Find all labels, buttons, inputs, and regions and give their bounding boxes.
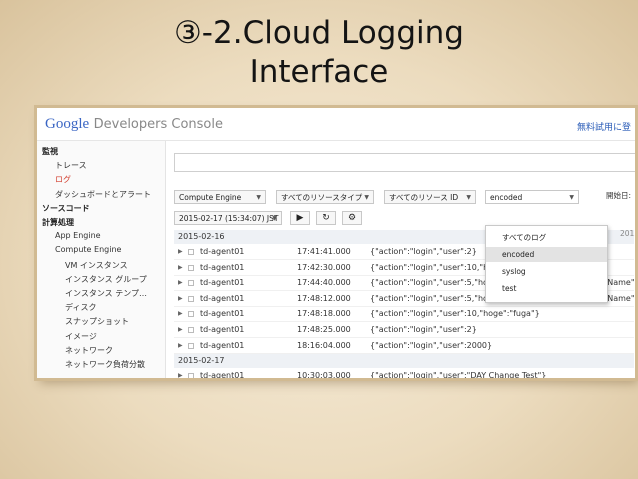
log-source: td-agent01 xyxy=(200,278,245,288)
settings-button[interactable]: ⚙ xyxy=(342,211,362,225)
sidebar-item[interactable]: Compute Engine xyxy=(55,245,121,254)
log-date-header: 2015-02-17 xyxy=(174,354,634,369)
log-name-label: encoded xyxy=(490,193,523,202)
expand-arrow-icon[interactable]: ▶ xyxy=(178,245,183,259)
resource-id-dropdown[interactable]: すべてのリソース ID ▼ xyxy=(384,190,476,204)
sidebar-nav: 監視トレースログダッシュボードとアラートソースコード 計算処理 App Engine… xyxy=(37,141,166,378)
expand-arrow-icon[interactable]: ▶ xyxy=(178,307,183,321)
log-source: td-agent01 xyxy=(200,309,245,319)
log-message: {"action":"login","user":2000} xyxy=(370,340,493,350)
gear-icon: ⚙ xyxy=(347,213,357,223)
sidebar-item[interactable]: インスタンス テンプ… xyxy=(65,288,147,299)
severity-icon xyxy=(188,264,194,271)
play-icon: ▶ xyxy=(296,213,304,223)
service-dropdown[interactable]: Compute Engine ▼ xyxy=(174,190,266,204)
expand-arrow-icon[interactable]: ▶ xyxy=(178,369,183,378)
log-menu-item[interactable]: syslog xyxy=(486,264,607,279)
log-row[interactable]: ▶ td-agent01 17:48:18.000 {"action":"login"… xyxy=(174,307,634,323)
log-row[interactable]: ▶ td-agent01 10:30:03.000 {"action":"login"… xyxy=(174,369,634,378)
datetime-label: 2015-02-17 (15:34:07) JST xyxy=(179,214,279,223)
log-name-dropdown[interactable]: encoded ▼ xyxy=(485,190,579,204)
refresh-button[interactable]: ↻ xyxy=(316,211,336,225)
severity-icon xyxy=(188,373,194,378)
sidebar-item[interactable]: ソースコード xyxy=(42,203,90,214)
log-time: 18:16:04.000 xyxy=(297,340,351,350)
chevron-down-icon: ▼ xyxy=(272,215,277,222)
sidebar-item[interactable]: ネットワーク負荷分散 xyxy=(65,359,145,370)
sidebar-item[interactable]: App Engine xyxy=(55,231,101,240)
log-name-menu: すべてのログ encoded syslog test xyxy=(485,225,608,303)
sidebar-item[interactable]: ダッシュボードとアラート xyxy=(55,189,151,200)
product-name: Developers Console xyxy=(93,117,223,132)
severity-icon xyxy=(188,249,194,255)
log-search-input[interactable] xyxy=(174,153,635,172)
log-message: {"action":"login","user":"DAY Change Tes… xyxy=(370,371,547,378)
sidebar-item[interactable]: 監視 xyxy=(42,146,58,157)
chevron-down-icon: ▼ xyxy=(466,194,471,201)
expand-arrow-icon[interactable]: ▶ xyxy=(178,292,183,306)
resource-type-dropdown[interactable]: すべてのリソースタイプ ▼ xyxy=(276,190,374,204)
refresh-icon: ↻ xyxy=(322,213,330,223)
log-message: {"action":"login","user":2} xyxy=(370,325,477,334)
log-source: td-agent01 xyxy=(200,262,245,272)
sidebar-item[interactable]: スナップショット xyxy=(65,316,129,327)
expand-arrow-icon[interactable]: ▶ xyxy=(178,339,183,353)
log-time: 17:48:12.000 xyxy=(297,293,351,303)
start-date-label: 開始日: xyxy=(606,191,632,200)
severity-icon xyxy=(188,311,194,318)
slide-title: ③-2.Cloud Logging Interface xyxy=(0,14,638,92)
log-row[interactable]: ▶ td-agent01 17:48:25.000 {"action":"login"… xyxy=(174,323,634,338)
sidebar-item[interactable]: インスタンス グループ xyxy=(65,274,147,285)
log-menu-item[interactable]: すべてのログ xyxy=(486,230,607,245)
chevron-down-icon: ▼ xyxy=(364,194,369,201)
expand-arrow-icon[interactable]: ▶ xyxy=(178,261,183,275)
slide-title-line1: ③-2.Cloud Logging xyxy=(174,15,464,51)
log-menu-item[interactable]: encoded xyxy=(486,247,607,262)
severity-icon xyxy=(188,327,194,333)
log-time: 17:48:18.000 xyxy=(297,309,351,319)
log-time: 17:48:25.000 xyxy=(297,325,351,334)
sidebar-item[interactable]: 計算処理 xyxy=(42,217,74,228)
log-time: 17:44:40.000 xyxy=(297,278,351,288)
console-logo[interactable]: Google Developers Console xyxy=(45,116,223,133)
sidebar-item[interactable]: ログ xyxy=(55,174,71,185)
severity-icon xyxy=(188,280,194,287)
log-source: td-agent01 xyxy=(200,247,245,256)
sidebar-item[interactable]: イメージ xyxy=(65,331,97,342)
sidebar-item[interactable]: ネットワーク xyxy=(65,345,113,356)
datetime-dropdown[interactable]: 2015-02-17 (15:34:07) JST ▼ xyxy=(174,211,282,225)
log-message: {"action":"login","user":10,"hoge":"fuga… xyxy=(370,309,540,319)
sidebar-item[interactable]: ディスク xyxy=(65,302,96,313)
log-time: 17:41:41.000 xyxy=(297,247,351,256)
severity-icon xyxy=(188,295,194,302)
severity-icon xyxy=(188,342,194,349)
chevron-down-icon: ▼ xyxy=(256,194,261,201)
log-time: 17:42:30.000 xyxy=(297,262,351,272)
console-top-bar: Google Developers Console 無料試用に登 xyxy=(37,108,635,141)
logs-main-panel: Compute Engine ▼ すべてのリソースタイプ ▼ すべてのリソース ID… xyxy=(166,141,635,378)
expand-arrow-icon[interactable]: ▶ xyxy=(178,276,183,290)
log-time: 10:30:03.000 xyxy=(297,371,351,378)
date-peek: 2015 xyxy=(620,229,635,238)
resource-type-label: すべてのリソースタイプ xyxy=(281,193,363,202)
chevron-down-icon: ▼ xyxy=(569,194,574,201)
developers-console-screenshot: Google Developers Console 無料試用に登 監視トレースロ… xyxy=(37,108,635,378)
google-wordmark: Google xyxy=(45,116,90,132)
sidebar-item[interactable]: トレース xyxy=(55,160,87,171)
resource-id-label: すべてのリソース ID xyxy=(389,193,459,202)
free-trial-link[interactable]: 無料試用に登 xyxy=(577,120,631,133)
expand-arrow-icon[interactable]: ▶ xyxy=(178,323,183,337)
log-source: td-agent01 xyxy=(200,340,245,350)
log-source: td-agent01 xyxy=(200,371,245,378)
log-source: td-agent01 xyxy=(200,293,245,303)
service-dropdown-label: Compute Engine xyxy=(179,193,242,202)
log-source: td-agent01 xyxy=(200,325,245,334)
log-menu-item[interactable]: test xyxy=(486,281,607,296)
sidebar-item[interactable]: VM インスタンス xyxy=(65,260,128,271)
play-button[interactable]: ▶ xyxy=(290,211,310,225)
log-row[interactable]: ▶ td-agent01 18:16:04.000 {"action":"login"… xyxy=(174,339,634,354)
slide-title-line2: Interface xyxy=(249,54,389,90)
